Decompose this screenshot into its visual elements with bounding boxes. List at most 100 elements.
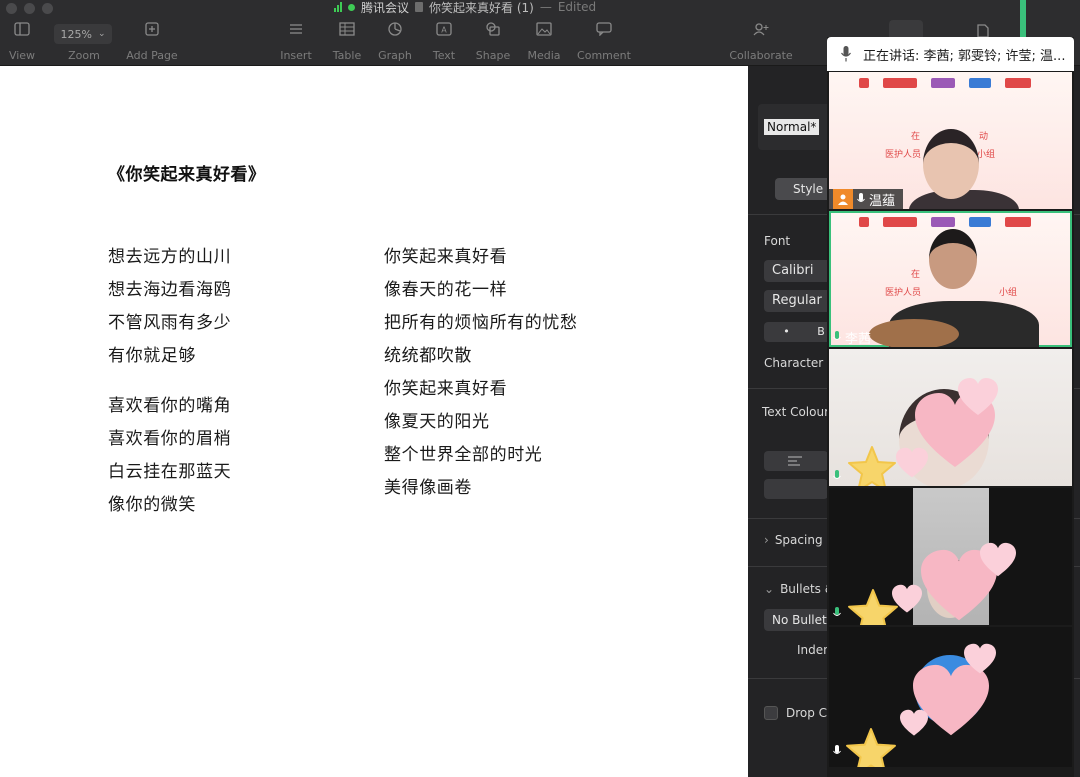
character-styles-label: Character S	[764, 356, 835, 370]
participant-name-tag	[829, 741, 853, 761]
toolbar-label: Text	[432, 49, 456, 62]
sponsor-logos	[859, 78, 1031, 88]
lyric-line: 想去海边看海鸥	[108, 280, 232, 300]
doc-icon	[415, 2, 424, 12]
app-window: 腾讯会议 你笑起来真好看 (1) — Edited View 125% ⌄ Zo…	[0, 0, 1080, 777]
drop-cap-label: Drop C	[786, 706, 828, 720]
toolbar-label: Table	[332, 49, 362, 62]
lyric-line: 喜欢看你的嘴角	[108, 396, 232, 416]
bold-button[interactable]: B	[817, 325, 825, 338]
toolbar-label: Shape	[475, 49, 511, 62]
lyric-line: 有你就足够	[108, 346, 196, 366]
toolbar-label: Insert	[280, 49, 312, 62]
participant-head	[929, 229, 977, 289]
insert-icon	[290, 24, 302, 34]
document-page[interactable]: 《你笑起来真好看》 想去远方的山川 想去海边看海鸥 不管风雨有多少 有你就足够 …	[0, 66, 748, 777]
video-tile[interactable]	[829, 627, 1072, 767]
text-icon: A	[436, 22, 452, 36]
video-tile[interactable]: 在 医护人员 小组 李茜	[829, 211, 1072, 347]
table-icon	[339, 22, 355, 36]
add-page-icon	[145, 22, 159, 36]
participant-name: 温蕴	[869, 193, 896, 209]
lyric-line: 喜欢看你的眉梢	[108, 429, 232, 449]
bullets-label: Bullets &	[780, 582, 835, 596]
sidebar-icon	[14, 22, 30, 36]
video-tile[interactable]	[829, 349, 1072, 486]
host-icon	[833, 189, 853, 209]
heart-sticker	[958, 378, 998, 415]
banner-text: 医护人员	[885, 288, 922, 298]
banner-text: 在	[911, 132, 921, 142]
spacing-label: Spacing	[774, 533, 823, 547]
participant-name-tag: 温蕴	[829, 189, 904, 209]
participant-name: 李茜	[845, 331, 872, 347]
title-separator: —	[539, 0, 552, 14]
document-icon[interactable]	[976, 24, 990, 38]
spacing-section[interactable]: › Spacing	[764, 533, 823, 547]
microphone-icon	[841, 46, 851, 62]
minimize-window-icon[interactable]	[24, 3, 35, 14]
align-left-button[interactable]	[764, 451, 828, 471]
zoom-window-icon[interactable]	[42, 3, 53, 14]
graph-icon	[388, 22, 402, 36]
lyric-line: 你笑起来真好看	[384, 379, 508, 399]
paragraph-style-select[interactable]: Normal*	[764, 119, 820, 135]
lyric-line: 美得像画卷	[384, 478, 472, 498]
toolbar-label: View	[8, 49, 36, 62]
sponsor-logos	[859, 217, 1031, 227]
banner-text: 动	[979, 132, 989, 142]
toolbar-comment-button[interactable]: Comment	[574, 22, 634, 62]
comment-icon	[596, 22, 612, 36]
video-tile[interactable]	[829, 488, 1072, 625]
heart-sticker	[964, 643, 996, 674]
participant-name-tag	[829, 466, 853, 486]
recording-dot-icon	[348, 3, 355, 11]
lyric-line: 整个世界全部的时光	[384, 445, 543, 465]
toolbar-label: Media	[527, 49, 561, 62]
toolbar-label: Collaborate	[729, 49, 793, 62]
media-icon	[536, 22, 552, 36]
toolbar-view-button[interactable]: View	[0, 22, 52, 62]
participant-name-tag: 李茜	[829, 327, 879, 347]
microphone-active-icon	[833, 469, 841, 479]
bullets-section[interactable]: ⌄ Bullets &	[764, 582, 834, 596]
toolbar-collaborate-button[interactable]: Collaborate	[729, 22, 793, 62]
heart-sticker	[900, 709, 928, 736]
microphone-icon	[857, 192, 865, 202]
chevron-right-icon: ›	[764, 533, 769, 547]
lyric-line: 像夏天的阳光	[384, 412, 490, 432]
toolbar-label: Add Page	[126, 49, 178, 62]
banner-text: 小组	[977, 150, 996, 160]
toolbar-add-page-button[interactable]: Add Page	[122, 22, 182, 62]
toolbar-label: Zoom	[68, 49, 100, 62]
toolbar-label: Graph	[378, 49, 412, 62]
song-title: 《你笑起来真好看》	[108, 165, 266, 185]
bullet-glyph: •	[783, 325, 790, 338]
doc-title: 你笑起来真好看 (1)	[429, 0, 534, 15]
align-left-icon	[788, 456, 802, 466]
lyric-line: 统统都吹散	[384, 346, 472, 366]
heart-sticker	[980, 542, 1016, 577]
indent-buttons[interactable]	[764, 479, 828, 499]
speaking-now-text: 正在讲话: 李茜; 郭雯铃; 许莹; 温...	[863, 48, 1066, 64]
toolbar-label: Comment	[577, 49, 631, 62]
app-name: 腾讯会议	[361, 0, 410, 15]
video-tile[interactable]: 在 医护人员 动 小组 温蕴	[829, 72, 1072, 209]
close-window-icon[interactable]	[6, 3, 17, 14]
microphone-icon	[833, 744, 841, 754]
toolbar-media-button[interactable]: Media	[514, 22, 574, 62]
lyric-line: 不管风雨有多少	[108, 313, 232, 333]
collaborate-icon	[753, 23, 769, 36]
lyric-line: 白云挂在那蓝天	[108, 462, 232, 482]
lyric-line: 你笑起来真好看	[384, 247, 508, 267]
signal-icon	[334, 2, 342, 12]
star-sticker	[848, 589, 898, 625]
bullets-style-select[interactable]: No Bullets	[764, 609, 834, 631]
text-colour-label: Text Colour	[762, 405, 830, 419]
lyric-line: 像你的微笑	[108, 495, 196, 515]
banner-text: 在	[911, 270, 921, 280]
window-title: 腾讯会议 你笑起来真好看 (1) — Edited	[334, 0, 596, 15]
font-section-label: Font	[764, 234, 791, 248]
lyric-line: 想去远方的山川	[108, 247, 232, 267]
drop-cap-checkbox[interactable]	[764, 706, 778, 720]
